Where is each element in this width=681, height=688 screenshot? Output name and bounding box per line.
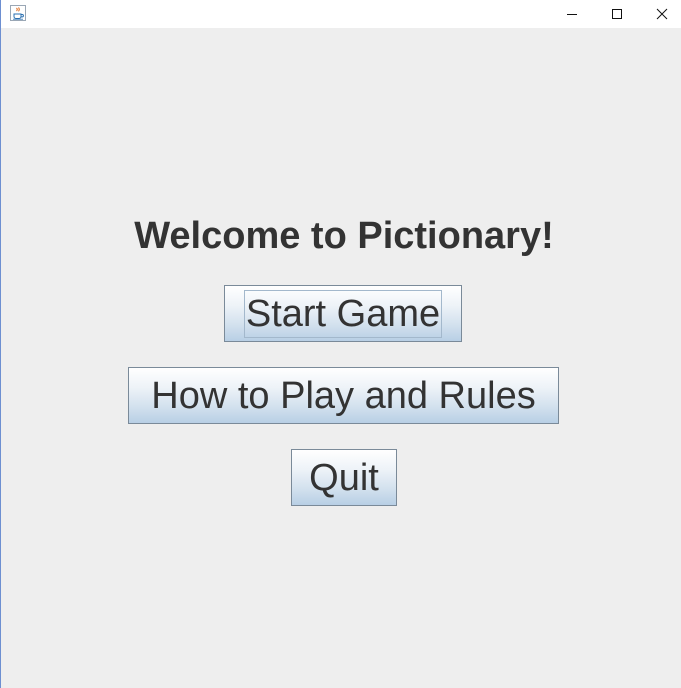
minimize-icon [567, 14, 577, 15]
start-game-button[interactable]: Start Game [224, 285, 462, 342]
main-panel: Welcome to Pictionary! Start Game How to… [1, 28, 681, 688]
welcome-title: Welcome to Pictionary! [134, 215, 554, 257]
quit-label: Quit [309, 456, 379, 499]
start-game-label: Start Game [243, 289, 443, 338]
maximize-button[interactable] [594, 0, 640, 28]
close-icon [656, 8, 668, 20]
java-coffee-icon[interactable] [10, 5, 26, 21]
app-window: Welcome to Pictionary! Start Game How to… [0, 0, 681, 688]
maximize-icon [612, 9, 622, 19]
title-bar[interactable] [1, 0, 681, 28]
quit-button[interactable]: Quit [291, 449, 397, 506]
minimize-button[interactable] [549, 0, 595, 28]
close-button[interactable] [639, 0, 681, 28]
how-to-play-button[interactable]: How to Play and Rules [128, 367, 559, 424]
how-to-play-label: How to Play and Rules [151, 374, 536, 417]
